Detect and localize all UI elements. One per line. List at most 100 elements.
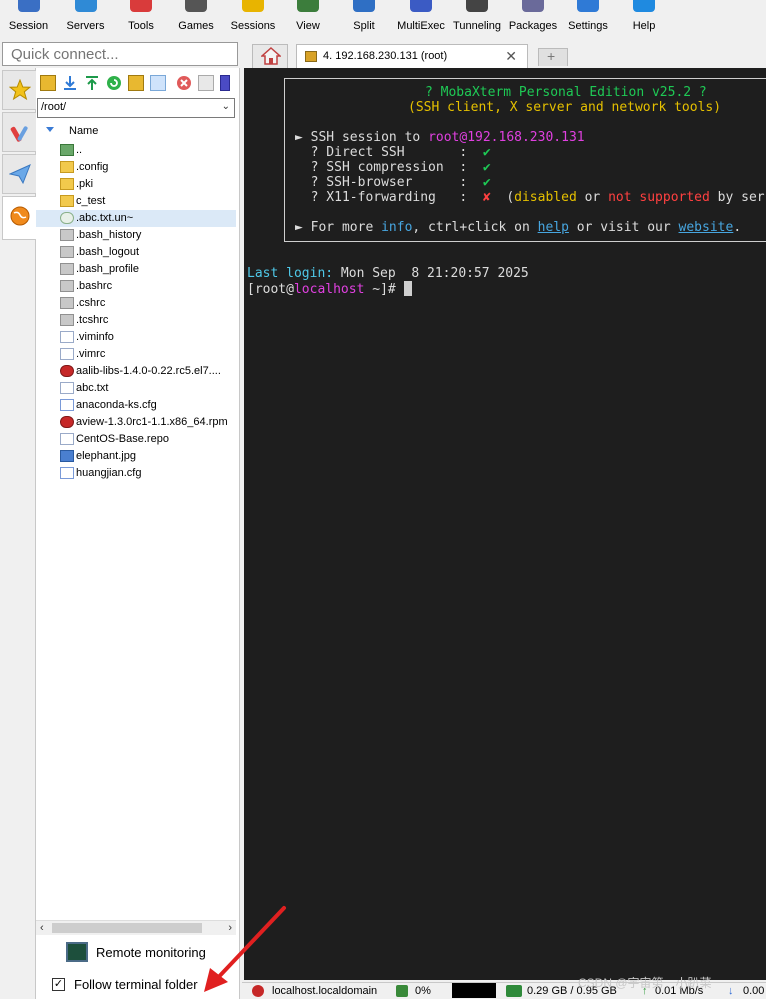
file-name: anaconda-ks.cfg — [76, 399, 157, 411]
file-name: .bash_logout — [76, 246, 139, 258]
file-name: .config — [76, 161, 109, 173]
quick-connect-input[interactable] — [2, 42, 238, 66]
scrollbar-thumb[interactable] — [52, 923, 202, 933]
list-item[interactable]: c_test — [36, 193, 236, 210]
list-item[interactable]: .bash_profile — [36, 261, 236, 278]
scroll-left-icon[interactable]: ‹ — [40, 922, 44, 934]
toolbar-split-button[interactable]: Split — [338, 0, 390, 40]
sidebar-tab-macros[interactable] — [2, 154, 36, 194]
close-tab-icon[interactable]: ✕ — [505, 48, 517, 65]
check-mark-icon: ✔ — [482, 175, 491, 190]
toolbar-label: Games — [178, 20, 214, 32]
text-file-icon — [60, 331, 74, 343]
list-item[interactable]: .config — [36, 159, 236, 176]
list-item[interactable]: .bash_logout — [36, 244, 236, 261]
toolbar-label: Help — [632, 20, 656, 32]
toolbar-label: Tunneling — [453, 20, 501, 32]
properties-icon[interactable] — [198, 75, 214, 91]
list-item[interactable]: abc.txt — [36, 380, 236, 397]
banner-title: ? MobaXterm Personal Edition v25.2 ? — [425, 85, 707, 100]
welcome-banner: ? MobaXterm Personal Edition v25.2 ? (SS… — [284, 78, 766, 242]
toolbar-servers-button[interactable]: Servers — [58, 0, 113, 40]
list-item[interactable]: .. — [36, 142, 236, 159]
list-item[interactable]: .bashrc — [36, 278, 236, 295]
toolbar-tunneling-button[interactable]: Tunneling — [450, 0, 504, 40]
list-item[interactable]: anaconda-ks.cfg — [36, 397, 236, 414]
new-file-icon[interactable] — [150, 75, 166, 91]
list-item[interactable]: .abc.txt.un~ — [36, 210, 236, 227]
toolbar-tools-button[interactable]: Tools — [115, 0, 167, 40]
list-item[interactable]: .cshrc — [36, 295, 236, 312]
cpu-graph — [452, 983, 496, 998]
sidebar-tab-sessions[interactable] — [2, 70, 36, 110]
check-mark-icon: ✔ — [482, 160, 491, 175]
list-item[interactable]: .bash_history — [36, 227, 236, 244]
status-net-down: 0.00 — [743, 985, 765, 997]
list-item[interactable]: aalib-libs-1.4.0-0.22.rc5.el7.... — [36, 363, 236, 380]
file-name: huangjian.cfg — [76, 467, 142, 479]
remote-monitoring-label: Remote monitoring — [96, 945, 206, 960]
cpu-icon — [396, 985, 408, 997]
sessions-star-icon — [242, 0, 264, 12]
list-item[interactable]: elephant.jpg — [36, 448, 236, 465]
sidebar-tab-tools[interactable] — [2, 112, 36, 152]
toolbar-settings-button[interactable]: Settings — [562, 0, 614, 40]
terminal-area[interactable]: ? MobaXterm Personal Edition v25.2 ? (SS… — [244, 68, 766, 980]
status-cpu: 0% — [415, 985, 431, 997]
list-item[interactable]: aview-1.3.0rc1-1.1.x86_64.rpm — [36, 414, 236, 431]
toolbar-games-button[interactable]: Games — [170, 0, 222, 40]
download-icon[interactable] — [62, 75, 78, 91]
toolbar-session-button[interactable]: Session — [1, 0, 56, 40]
toolbar-label: Sessions — [230, 20, 276, 32]
check-mark-icon: ✔ — [482, 145, 491, 160]
session-icon — [17, 0, 40, 12]
folder-up-icon[interactable] — [40, 75, 56, 91]
toolbar-sessions-button[interactable]: Sessions — [226, 0, 280, 40]
toolbar-label: Settings — [568, 20, 608, 32]
list-item[interactable]: .tcshrc — [36, 312, 236, 329]
toolbar-packages-button[interactable]: Packages — [506, 0, 560, 40]
list-item[interactable]: CentOS-Base.repo — [36, 431, 236, 448]
info-word: info — [381, 220, 413, 235]
shell-prompt[interactable]: [root@localhost ~]# — [247, 281, 412, 297]
tab-session-192-168-230-131[interactable]: 4. 192.168.230.131 (root) ✕ — [296, 44, 528, 68]
upload-icon[interactable] — [84, 75, 100, 91]
home-tab[interactable] — [252, 44, 288, 68]
file-icon — [60, 280, 74, 292]
sftp-column-header[interactable]: Name — [36, 122, 236, 140]
terminal-tab-icon — [305, 51, 317, 62]
monitor-icon — [66, 942, 88, 962]
chevron-down-icon[interactable]: ⌄ — [222, 101, 230, 112]
file-name: .tcshrc — [76, 314, 109, 326]
refresh-icon[interactable] — [106, 75, 122, 91]
list-item[interactable]: .viminfo — [36, 329, 236, 346]
sftp-browser-panel: /root/ ⌄ Name .. .config .pki c_test .abc.tx… — [36, 68, 240, 999]
file-name: abc.txt — [76, 382, 109, 394]
delete-icon[interactable] — [176, 75, 192, 91]
toolbar-help-button[interactable]: Help — [618, 0, 670, 40]
more-icon[interactable] — [220, 75, 230, 91]
ssh-session-line: ► SSH session to root@192.168.230.131 — [295, 130, 585, 145]
toolbar-view-button[interactable]: View — [282, 0, 334, 40]
toolbar-multiexec-button[interactable]: MultiExec — [394, 0, 448, 40]
globe-icon — [10, 206, 30, 226]
text-file-icon — [60, 433, 74, 445]
sidebar-tab-sftp[interactable] — [2, 196, 36, 240]
list-item[interactable]: .vimrc — [36, 346, 236, 363]
new-folder-icon[interactable] — [128, 75, 144, 91]
sftp-path-field[interactable]: /root/ ⌄ — [37, 98, 235, 118]
list-item[interactable]: huangjian.cfg — [36, 465, 236, 482]
file-name: .bashrc — [76, 280, 113, 292]
folder-icon — [60, 195, 74, 207]
feature-check-label: ? SSH compression : — [295, 160, 483, 175]
toolbar-label: MultiExec — [397, 20, 445, 32]
file-name: .abc.txt.un~ — [76, 212, 134, 224]
website-link[interactable]: website — [679, 220, 734, 235]
new-tab-button[interactable]: + — [538, 48, 568, 66]
list-item[interactable]: .pki — [36, 176, 236, 193]
help-link[interactable]: help — [538, 220, 569, 235]
feature-check-label: ? X11-forwarding : — [295, 190, 483, 205]
folder-icon — [60, 178, 74, 190]
follow-terminal-folder-checkbox[interactable]: ✓ — [52, 978, 65, 991]
